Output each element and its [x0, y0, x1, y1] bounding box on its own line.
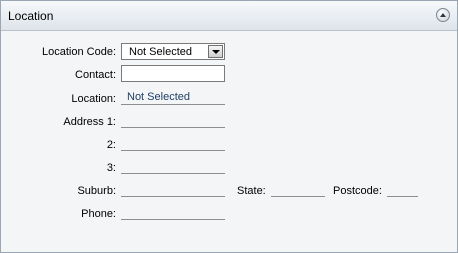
location-code-label: Location Code: [42, 46, 116, 58]
panel-header: Location [1, 1, 457, 31]
postcode-label: Postcode: [333, 185, 382, 197]
address3-label: 3: [106, 162, 116, 174]
postcode-field [387, 182, 418, 197]
location-label: Location: [71, 93, 116, 105]
address3-field [121, 159, 225, 174]
state-field [271, 182, 325, 197]
location-value: Not Selected [127, 91, 190, 103]
collapse-up-icon[interactable] [436, 8, 450, 22]
contact-field[interactable] [121, 65, 225, 82]
location-code-select[interactable]: Not Selected [121, 43, 225, 60]
panel-title: Location [8, 9, 54, 23]
contact-label: Contact: [75, 69, 116, 81]
address1-label: Address 1: [63, 116, 116, 128]
suburb-label: Suburb: [77, 185, 116, 197]
address2-label: 2: [106, 139, 116, 151]
state-label: State: [237, 185, 266, 197]
address1-field [121, 113, 225, 128]
dropdown-arrow-icon[interactable] [208, 45, 223, 58]
phone-field [121, 205, 225, 220]
suburb-field [121, 182, 225, 197]
address2-field [121, 136, 225, 151]
phone-label: Phone: [81, 208, 116, 220]
location-code-selected-value: Not Selected [129, 46, 192, 58]
